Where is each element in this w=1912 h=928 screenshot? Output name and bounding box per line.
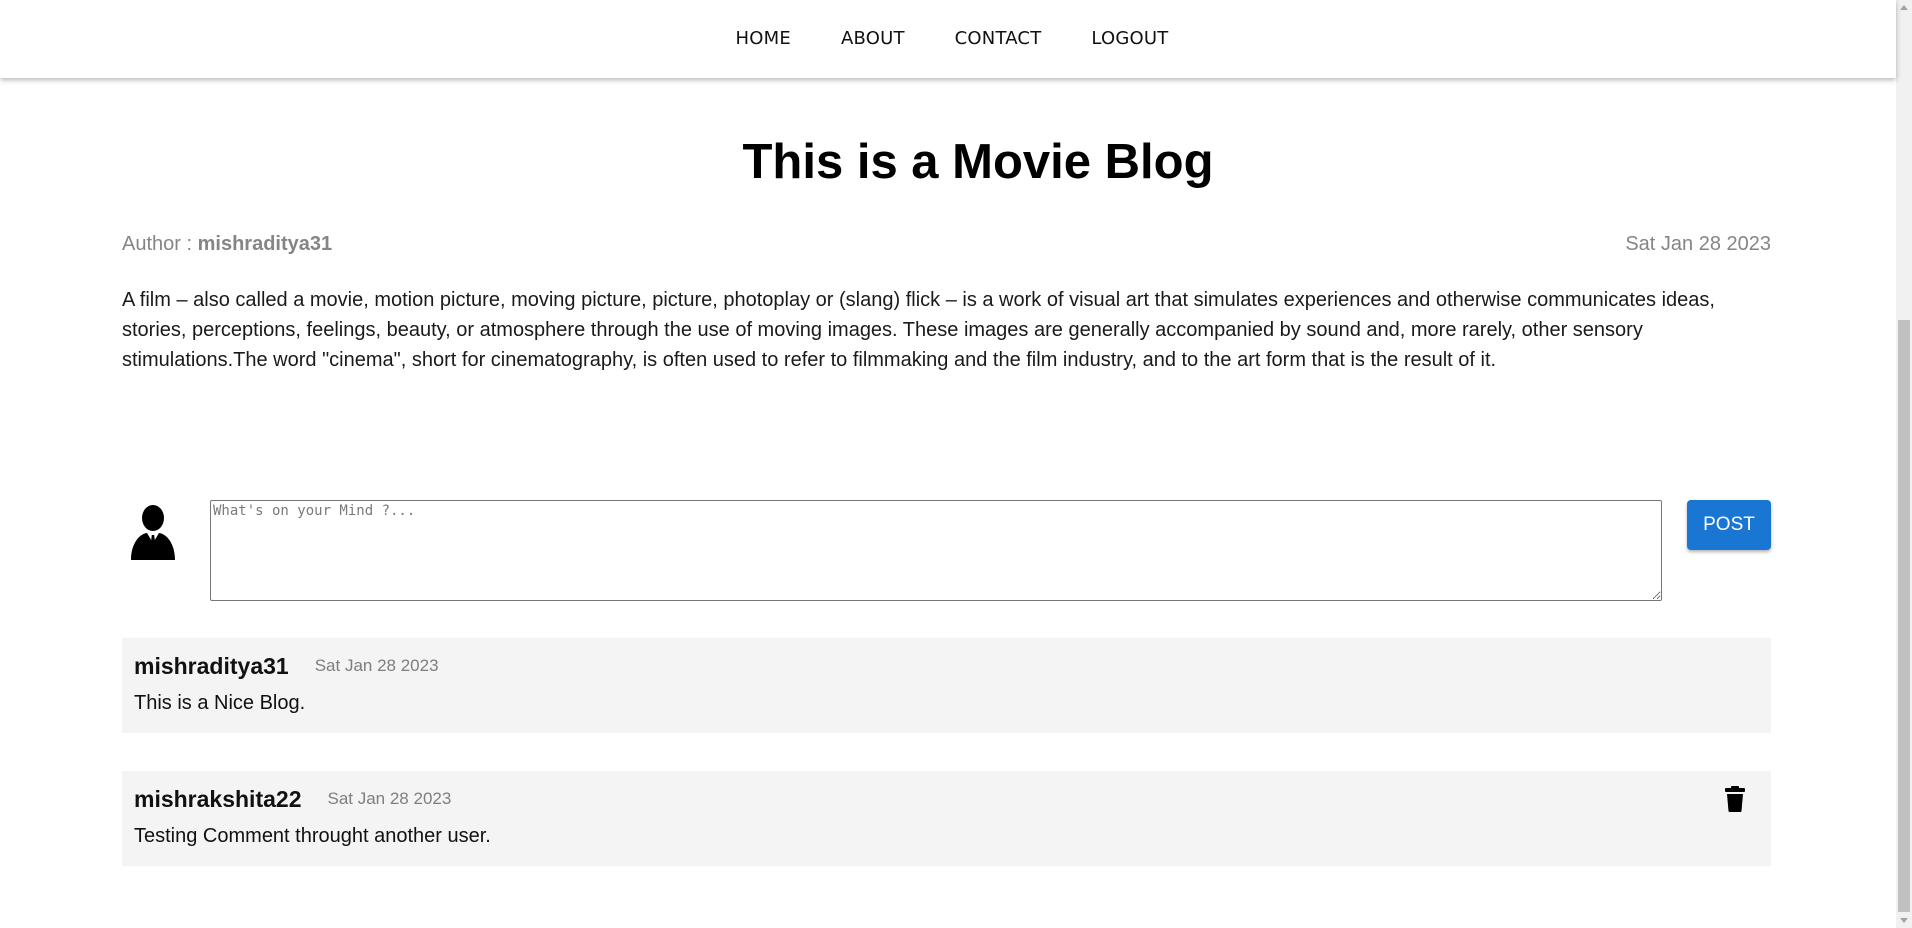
comment-text: Testing Comment throught another user. — [134, 825, 491, 847]
author-prefix: Author : — [122, 233, 198, 255]
scrollbar-thumb[interactable] — [1898, 320, 1910, 912]
blog-title: This is a Movie Blog — [742, 135, 1214, 189]
blog-author: Author : mishraditya31 — [122, 233, 332, 256]
comment-header: mishrakshita22 Sat Jan 28 2023 — [134, 786, 451, 813]
trash-icon[interactable] — [1725, 786, 1745, 812]
scroll-up-arrow-icon[interactable] — [1900, 5, 1908, 10]
comment-username: mishrakshita22 — [134, 786, 302, 812]
scroll-down-arrow-icon[interactable] — [1900, 918, 1908, 923]
blog-description: A film – also called a movie, motion pic… — [122, 289, 1715, 371]
nav-home-link[interactable]: HOME — [736, 28, 791, 49]
nav-about-link[interactable]: ABOUT — [841, 28, 905, 49]
comment-text: This is a Nice Blog. — [134, 692, 306, 714]
comment-username: mishraditya31 — [134, 653, 289, 679]
comment-item: mishrakshita22 Sat Jan 28 2023 Testing C… — [122, 771, 1771, 866]
blog-date: Sat Jan 28 2023 — [1625, 233, 1771, 255]
top-navbar: HOME ABOUT CONTACT LOGOUT — [0, 0, 1896, 78]
comment-header: mishraditya31 Sat Jan 28 2023 — [134, 653, 439, 680]
comment-item: mishraditya31 Sat Jan 28 2023 This is a … — [122, 638, 1771, 733]
nav-contact-link[interactable]: CONTACT — [955, 28, 1042, 49]
post-button[interactable]: POST — [1687, 500, 1771, 550]
comment-date: Sat Jan 28 2023 — [327, 789, 452, 808]
nav-links: HOME ABOUT CONTACT LOGOUT — [736, 28, 1169, 49]
comment-input[interactable] — [210, 500, 1662, 601]
nav-logout-link[interactable]: LOGOUT — [1091, 28, 1168, 49]
user-avatar-icon — [131, 505, 175, 560]
author-name: mishraditya31 — [197, 233, 333, 255]
blog-meta: Author : mishraditya31 Sat Jan 28 2023 — [122, 233, 1771, 256]
page: HOME ABOUT CONTACT LOGOUT This is a Movi… — [0, 0, 1896, 928]
vertical-scrollbar[interactable] — [1896, 0, 1912, 928]
comment-date: Sat Jan 28 2023 — [314, 656, 439, 675]
